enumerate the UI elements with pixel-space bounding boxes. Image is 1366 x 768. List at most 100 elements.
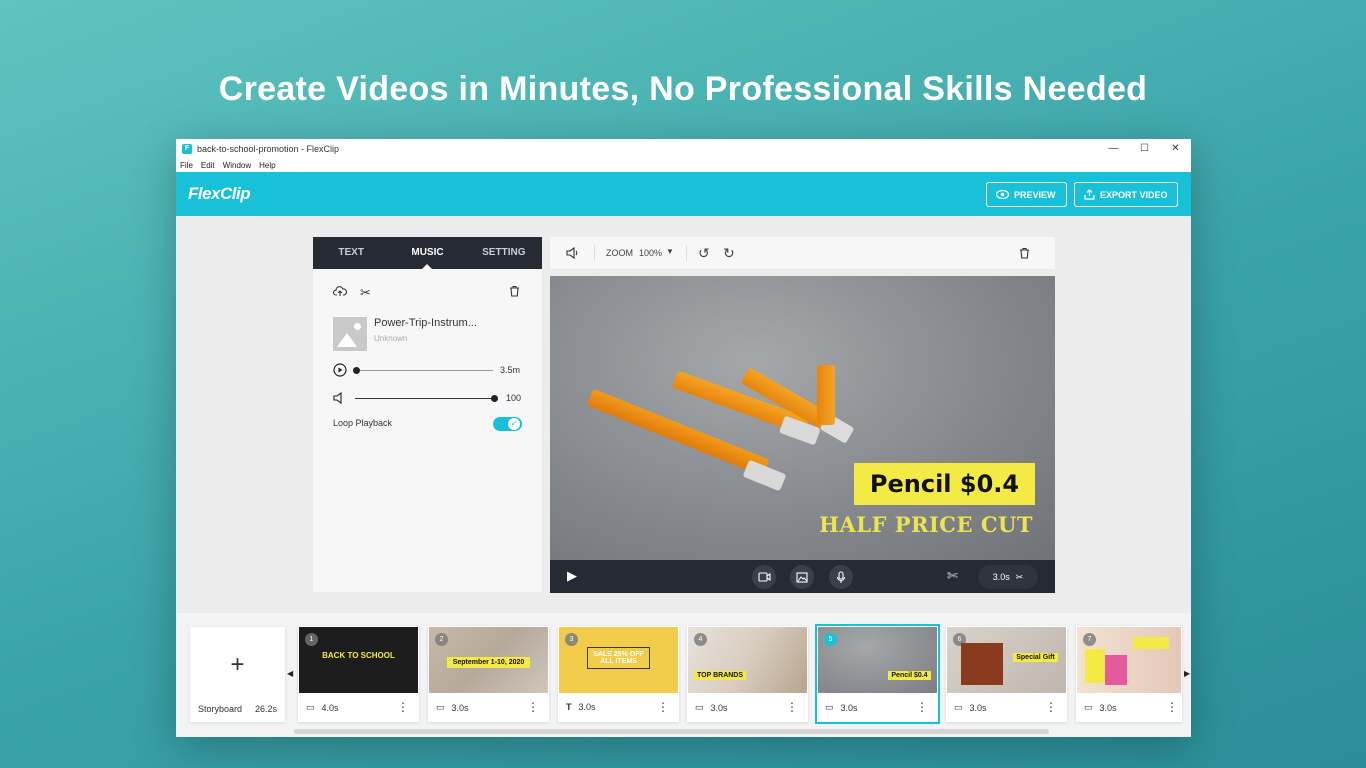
clip-thumbnail: 6 Special Gift — [947, 627, 1066, 693]
minimize-icon[interactable]: — — [1098, 139, 1129, 158]
price-text[interactable]: Pencil $0.4 — [854, 463, 1035, 505]
loop-playback-toggle[interactable] — [493, 417, 522, 431]
progress-track[interactable] — [355, 370, 493, 371]
chevron-down-icon[interactable]: ▼ — [666, 247, 674, 256]
delete-icon[interactable] — [1019, 247, 1030, 259]
timeline-scrollbar[interactable] — [294, 729, 1049, 734]
clip-duration[interactable]: 3.0s ✂ — [978, 565, 1038, 589]
clip-number: 5 — [824, 633, 837, 646]
export-video-button[interactable]: EXPORT VIDEO — [1074, 182, 1178, 207]
clip-caption: Special Gift — [1013, 653, 1058, 662]
clip-1[interactable]: 1 BACK TO SCHOOL ▭ 4.0s ⋮ — [298, 626, 419, 722]
speaker-icon[interactable] — [566, 247, 580, 259]
music-duration: 3.5m — [500, 365, 521, 375]
video-canvas[interactable]: Pencil $0.4 HALF PRICE CUT — [550, 276, 1055, 560]
close-icon[interactable]: ✕ — [1160, 139, 1191, 158]
preview-button[interactable]: PREVIEW — [986, 182, 1067, 207]
clip-caption: September 1-10, 2020 — [447, 657, 530, 668]
clip-3[interactable]: 3 SALE 25% OFF ALL ITEMS T 3.0s ⋮ — [558, 626, 679, 722]
scissors-icon[interactable]: ✂ — [360, 285, 371, 301]
scroll-right-icon[interactable]: ▶ — [1184, 669, 1190, 678]
clip-thumbnail: 3 SALE 25% OFF ALL ITEMS — [559, 627, 678, 693]
tab-music[interactable]: MUSIC — [389, 237, 465, 269]
shopping-bag-image — [1085, 649, 1105, 683]
more-options-icon[interactable]: ⋮ — [1166, 700, 1178, 714]
volume-value: 100 — [506, 393, 522, 403]
app-window: F back-to-school-promotion - FlexClip — … — [176, 139, 1191, 737]
video-camera-icon: ▭ — [954, 702, 963, 712]
clip-footer: ▭ 3.0s — [825, 702, 858, 713]
clip-number: 3 — [565, 633, 578, 646]
clip-footer: ▭ 4.0s — [306, 702, 339, 713]
image-icon[interactable] — [790, 565, 814, 589]
clip-thumbnail: 2 September 1-10, 2020 — [429, 627, 548, 693]
plus-icon: + — [230, 651, 245, 678]
clip-4[interactable]: 4 TOP BRANDS ▭ 3.0s ⋮ — [687, 626, 808, 722]
clip-number: 2 — [435, 633, 448, 646]
tab-text[interactable]: TEXT — [313, 237, 389, 269]
music-track[interactable]: Power-Trip-Instrum... Unknown — [333, 317, 477, 351]
more-options-icon[interactable]: ⋮ — [397, 700, 409, 714]
trim-scissors-icon[interactable]: ✂ — [1016, 572, 1024, 583]
clip-6[interactable]: 6 Special Gift ▭ 3.0s ⋮ — [946, 626, 1067, 722]
flexclip-logo: FlexClip — [188, 184, 251, 203]
clip-duration: 3.0s — [840, 702, 858, 713]
scroll-left-icon[interactable]: ◀ — [287, 669, 293, 678]
clip-duration: 3.0s — [1099, 702, 1117, 713]
title-bar: F back-to-school-promotion - FlexClip — … — [176, 139, 1191, 158]
menu-window[interactable]: Window — [223, 161, 251, 170]
play-icon[interactable]: ▶ — [567, 568, 577, 584]
clip-caption: Pencil $0.4 — [888, 671, 931, 680]
video-camera-icon: ▭ — [436, 702, 445, 712]
menu-edit[interactable]: Edit — [201, 161, 215, 170]
video-camera-icon: ▭ — [695, 702, 704, 712]
toolbar-divider — [594, 245, 595, 261]
more-options-icon[interactable]: ⋮ — [786, 700, 798, 714]
undo-icon[interactable]: ↺ — [698, 245, 710, 262]
clip-2[interactable]: 2 September 1-10, 2020 ▭ 3.0s ⋮ — [428, 626, 549, 722]
progress-knob[interactable] — [353, 367, 360, 374]
redo-icon[interactable]: ↻ — [723, 245, 735, 262]
play-circle-icon[interactable] — [333, 363, 347, 377]
volume-icon[interactable] — [333, 392, 347, 404]
hero-title: Create Videos in Minutes, No Professiona… — [218, 70, 1148, 108]
menu-help[interactable]: Help — [259, 161, 275, 170]
clip-thumbnail: 5 Pencil $0.4 — [818, 627, 937, 693]
toolbar-divider — [686, 245, 687, 261]
maximize-icon[interactable]: ☐ — [1129, 139, 1160, 158]
more-options-icon[interactable]: ⋮ — [1045, 700, 1057, 714]
add-scene-button[interactable]: + Storyboard 26.2s — [190, 627, 285, 722]
more-options-icon[interactable]: ⋮ — [527, 700, 539, 714]
clip-5[interactable]: 5 Pencil $0.4 ▭ 3.0s ⋮ — [815, 624, 940, 724]
volume-track[interactable] — [355, 398, 495, 399]
clip-duration: 3.0s — [451, 702, 469, 713]
preview-toolbar: ZOOM 100% ▼ ↺ ↻ — [550, 237, 1055, 269]
more-options-icon[interactable]: ⋮ — [657, 700, 669, 714]
clip-7[interactable]: 7 ▭ 3.0s ⋮ — [1076, 626, 1182, 722]
shopping-bag-image — [1105, 655, 1127, 685]
menu-file[interactable]: File — [180, 161, 193, 170]
zoom-value[interactable]: 100% — [639, 248, 662, 258]
clip-caption: SALE 25% OFF ALL ITEMS — [587, 647, 650, 669]
trash-icon[interactable] — [509, 285, 520, 300]
editor-area: TEXT MUSIC SETTING ✂ Power-Trip-Instrum.… — [176, 217, 1191, 613]
text-icon: T — [566, 702, 572, 712]
video-camera-icon: ▭ — [1084, 702, 1093, 712]
player-controls: ▶ ✄ 3.0s ✂ — [550, 560, 1055, 593]
split-icon[interactable]: ✄ — [947, 568, 958, 584]
more-options-icon[interactable]: ⋮ — [916, 700, 928, 714]
clip-footer: ▭ 3.0s — [954, 702, 987, 713]
clip-number: 1 — [305, 633, 318, 646]
upload-cloud-icon[interactable] — [332, 285, 347, 300]
volume-knob[interactable] — [491, 395, 498, 402]
export-icon — [1084, 189, 1095, 200]
video-camera-icon[interactable] — [752, 565, 776, 589]
sale-text[interactable]: HALF PRICE CUT — [818, 512, 1033, 537]
microphone-icon[interactable] — [829, 565, 853, 589]
tab-setting[interactable]: SETTING — [466, 237, 542, 269]
window-title: back-to-school-promotion - FlexClip — [197, 143, 340, 154]
menu-bar: File Edit Window Help — [176, 158, 1191, 172]
clip-caption: BACK TO SCHOOL — [322, 651, 395, 660]
image-placeholder-icon — [333, 317, 367, 351]
clip-number: 7 — [1083, 633, 1096, 646]
